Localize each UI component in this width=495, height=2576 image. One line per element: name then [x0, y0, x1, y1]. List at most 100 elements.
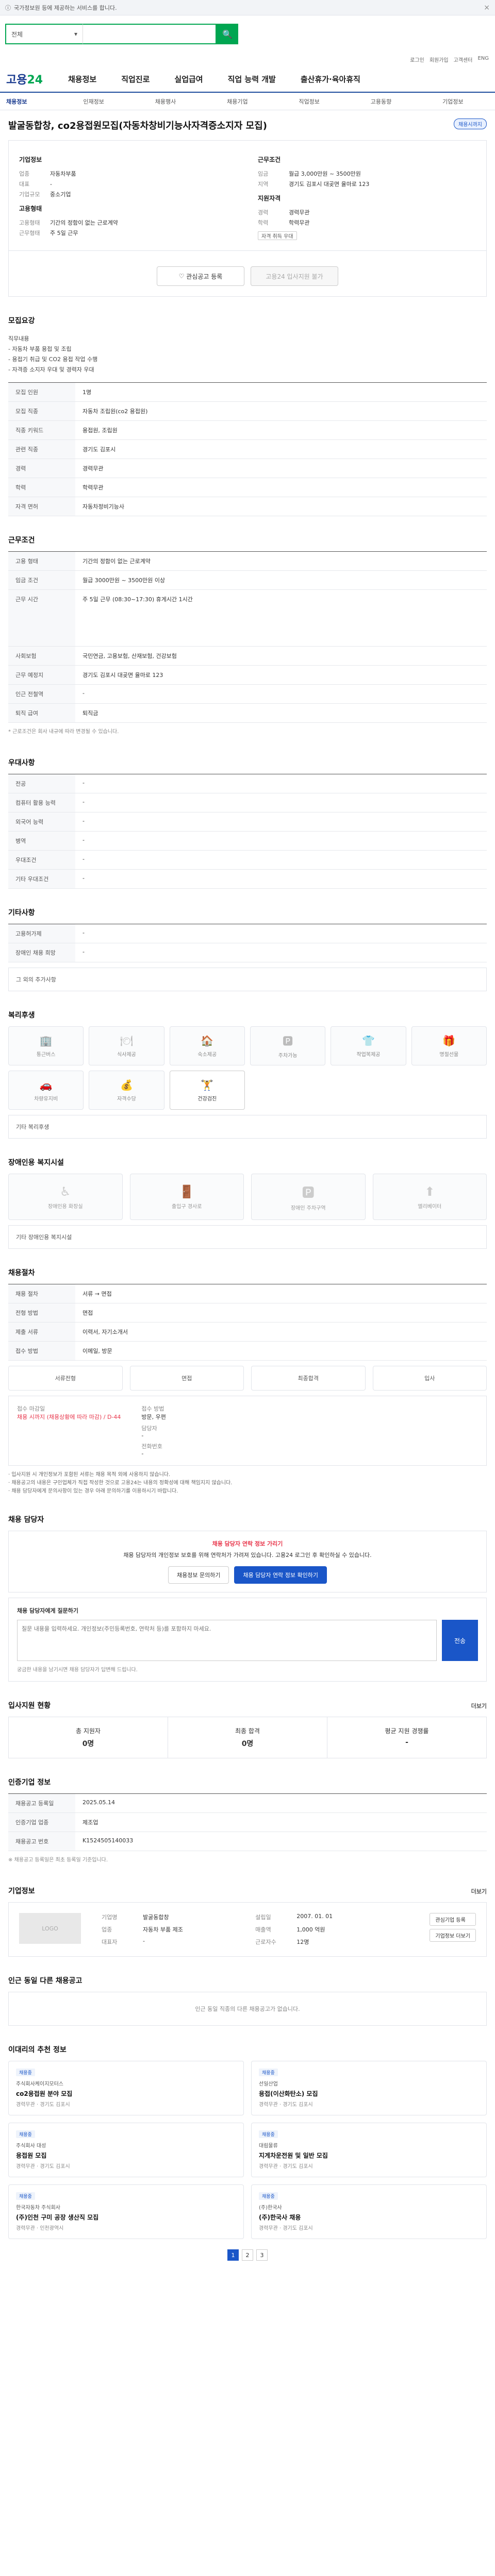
recruit-notice: 직무내용 - 자동차 부품 용접 및 조립 - 용접기 취급 및 CO2 용접 … [8, 335, 98, 373]
qa-textarea[interactable] [17, 1620, 437, 1661]
process-step: 입사 [372, 1366, 487, 1391]
person-value: - [141, 1432, 144, 1439]
ask-text: 채용 담당자의 개인정보 보호를 위해 연락처가 가려져 있습니다. 고용24 … [123, 1552, 372, 1558]
company-more-link[interactable]: 더보기 [471, 1887, 487, 1895]
qa-title: 채용 담당자에게 질문하기 [17, 1607, 78, 1614]
util-help[interactable]: 고객센터 [454, 56, 473, 66]
logo[interactable]: 고용24 [6, 71, 68, 87]
notice-bar: ⓘ 국가정보원 등에 제공하는 서비스를 합니다. × [0, 0, 495, 15]
main-nav: 고용24 채용정보 직업진로 실업급여 직업 능력 개발 출산휴가·육아휴직 [0, 66, 495, 93]
company-interest-button[interactable]: 관심기업 등록 [430, 1913, 476, 1926]
work-heading: 근무조건 [8, 536, 35, 545]
info-icon: ⓘ [5, 4, 11, 11]
rec-card[interactable]: 채용중 주식회사케이지모터스 co2용접원 분야 모집 경력무관 · 경기도 김포시 [8, 2061, 244, 2115]
qa-hint: 궁금한 내용을 남기시면 채용 담당자가 답변해 드립니다. [17, 1667, 138, 1673]
rec-card[interactable]: 채용중 주식회사 대성 용접원 모집 경력무관 · 경기도 김포시 [8, 2123, 244, 2177]
welfare-item: 🏋 건강검진 [169, 1071, 245, 1110]
process-step: 면접 [129, 1366, 244, 1391]
subnav-occupations[interactable]: 직업정보 [273, 97, 345, 106]
nearby-heading: 인근 동일 다른 채용공고 [8, 1977, 82, 1985]
search-bar: 전체 ▾ 🔍 [0, 15, 495, 56]
subnav-events[interactable]: 채용행사 [129, 97, 201, 106]
page-3[interactable]: 3 [256, 2249, 268, 2261]
company-logo: LOGO [19, 1913, 81, 1944]
regist-table: 채용공고 등록일 2025.05.14 인증기업 업종 제조업 채용공고 번호 K15… [8, 1793, 487, 1851]
subnav-company-info[interactable]: 기업정보 [417, 97, 489, 106]
nav-leave[interactable]: 출산휴가·육아휴직 [301, 74, 360, 84]
process-step: 서류전형 [8, 1366, 123, 1391]
nav-unemployment[interactable]: 실업급여 [174, 74, 203, 84]
method-value: 방문, 우편 [141, 1414, 166, 1420]
rec-card[interactable]: 채용중 한국자동차 주식회사 (주)인천 구미 공장 생산직 모집 경력무관 · 인천… [8, 2184, 244, 2239]
welfare-heading: 복리후생 [8, 1011, 35, 1020]
util-login[interactable]: 로그인 [410, 56, 424, 66]
nav-training[interactable]: 직업 능력 개발 [228, 74, 276, 84]
ask-reveal-button[interactable]: 채용 담당자 연락 정보 확인하기 [234, 1566, 327, 1584]
stats-more-link[interactable]: 더보기 [471, 1702, 487, 1710]
process-table: 채용 절차 서류 → 면접 전형 방법 면접 제출 서류 이력서, 자기소개서 접수 … [8, 1284, 487, 1361]
nav-jobs[interactable]: 채용정보 [68, 74, 96, 84]
contact-box: 접수 마감일 채용 시까지 (채용상황에 따라 마감) / D-44 접수 방법… [8, 1396, 487, 1466]
page-2[interactable]: 2 [242, 2249, 253, 2261]
welfare-item: 🏠 숙소제공 [169, 1026, 245, 1065]
recs-grid: 채용중 주식회사케이지모터스 co2용접원 분야 모집 경력무관 · 경기도 김포시 … [8, 2061, 487, 2239]
page-1[interactable]: 1 [227, 2249, 239, 2261]
rec-card[interactable]: 채용중 선일산업 용접(이산화탄소) 모집 경력무관 · 경기도 김포시 [251, 2061, 487, 2115]
other-table: 고용허가제 - 장애인 채용 희망 - [8, 924, 487, 962]
apply-button[interactable]: 고용24 입사지원 불가 [251, 266, 338, 286]
facil-item: ♿ 장애인용 화장실 [8, 1174, 123, 1220]
work-table: 고용 형태 기간의 정함이 없는 근로계약 임금 조건 월급 3000만원 ~ 35… [8, 551, 487, 723]
notice-text: 국가정보원 등에 제공하는 서비스를 합니다. [14, 4, 117, 11]
util-lang[interactable]: ENG [477, 56, 489, 66]
deadline-value: 채용 시까지 (채용상황에 따라 마감) / D-44 [17, 1414, 121, 1420]
facil-grid: ♿ 장애인용 화장실 🚪 출입구 경사로 🅿 장애인 주차구역 ⬆ 엘리베이터 [8, 1174, 487, 1220]
welfare-item: 💰 자격수당 [89, 1071, 164, 1110]
welfare-grid: 🏢 통근버스 🍽 식사제공 🏠 숙소제공 🅿 주차가능 👕 작업복제공 🎁 명절선물 🚗 차량… [8, 1026, 487, 1110]
other-heading: 기타사항 [8, 909, 35, 917]
job-summary: 기업정보 업종 자동차부품 대표 - 기업규모 중소기업 고용형태 고용형태 기간의 정… [8, 140, 487, 251]
work-footnote: * 근로조건은 회사 내규에 따라 변경될 수 있습니다. [8, 729, 119, 735]
uniform-icon: 👕 [362, 1034, 375, 1047]
search-category-select[interactable]: 전체 ▾ [5, 24, 82, 44]
recruit-table: 모집 인원 1명 모집 직종 자동차 조립원(co2 용접원) 직종 키워드 용접원,… [8, 382, 487, 516]
nav-career[interactable]: 직업진로 [121, 74, 150, 84]
house-icon: 🏠 [201, 1034, 214, 1047]
job-actions: ♡ 관심공고 등록 고용24 입사지원 불가 [8, 251, 487, 297]
elevator-icon: ⬆ [424, 1184, 435, 1199]
chevron-down-icon: ▾ [74, 30, 77, 38]
company-detail-button[interactable]: 기업정보 더보기 [430, 1929, 476, 1942]
close-icon[interactable]: × [484, 4, 490, 12]
contact-ask: 채용 담당자 연락 정보 가리기 채용 담당자의 개인정보 보호를 위해 연락처… [8, 1531, 487, 1592]
rec-card[interactable]: 채용중 대림물류 지게차운전원 및 일반 모집 경력무관 · 경기도 김포시 [251, 2123, 487, 2177]
subnav-companies[interactable]: 채용기업 [202, 97, 273, 106]
other-note: 그 외의 추가사항 [8, 968, 487, 991]
facil-item: 🚪 출입구 경사로 [129, 1174, 244, 1220]
qa-send-button[interactable]: 전송 [442, 1620, 478, 1661]
util-signup[interactable]: 회원가입 [430, 56, 449, 66]
interest-button[interactable]: ♡ 관심공고 등록 [157, 266, 244, 286]
process-step: 최종합격 [251, 1366, 366, 1391]
ask-head: 채용 담당자 연락 정보 가리기 [212, 1540, 283, 1547]
disabled-heading: 장애인용 복지시설 [8, 1159, 64, 1167]
warnings: · 입사지원 시 개인정보가 포함된 서류는 채용 목적 외에 사용하지 않습니… [8, 1472, 233, 1494]
search-input[interactable] [82, 24, 217, 44]
welfare-item: 🎁 명절선물 [411, 1026, 487, 1065]
welfare-item: 👕 작업복제공 [331, 1026, 406, 1065]
util-links: 로그인 회원가입 고객센터 ENG [0, 56, 495, 66]
pagination: 1 2 3 [8, 2249, 487, 2261]
stats-heading: 입사지원 현황 [8, 1702, 51, 1710]
welfare-note: 기타 복리후생 [8, 1115, 487, 1139]
ask-inquiry-button[interactable]: 채용정보 문의하기 [168, 1566, 229, 1584]
company-box: LOGO 기업명 발굴동합창 설립일 2007. 01. 01 업종 자동차 부품 제… [8, 1902, 487, 1957]
subnav-jobs[interactable]: 채용정보 [6, 97, 58, 106]
rec-card[interactable]: 채용중 (주)한국사 (주)한국사 채용 경력무관 · 경기도 김포시 [251, 2184, 487, 2239]
subnav-talent[interactable]: 인재정보 [58, 97, 129, 106]
sub-nav: 채용정보 인재정보 채용행사 채용기업 직업정보 고용동향 기업정보 [0, 93, 495, 110]
door-icon: 🚪 [179, 1184, 195, 1199]
gift-icon: 🎁 [442, 1034, 456, 1047]
subnav-trends[interactable]: 고용동향 [345, 97, 417, 106]
search-button[interactable]: 🔍 [217, 24, 238, 44]
prefer-table: 전공 - 컴퓨터 활용 능력 - 외국어 능력 - 병역 - 우대조건 - 기타 우대조건… [8, 774, 487, 889]
qual-heading: 지원자격 [258, 195, 281, 202]
facil-note: 기타 장애인용 복지시설 [8, 1225, 487, 1249]
